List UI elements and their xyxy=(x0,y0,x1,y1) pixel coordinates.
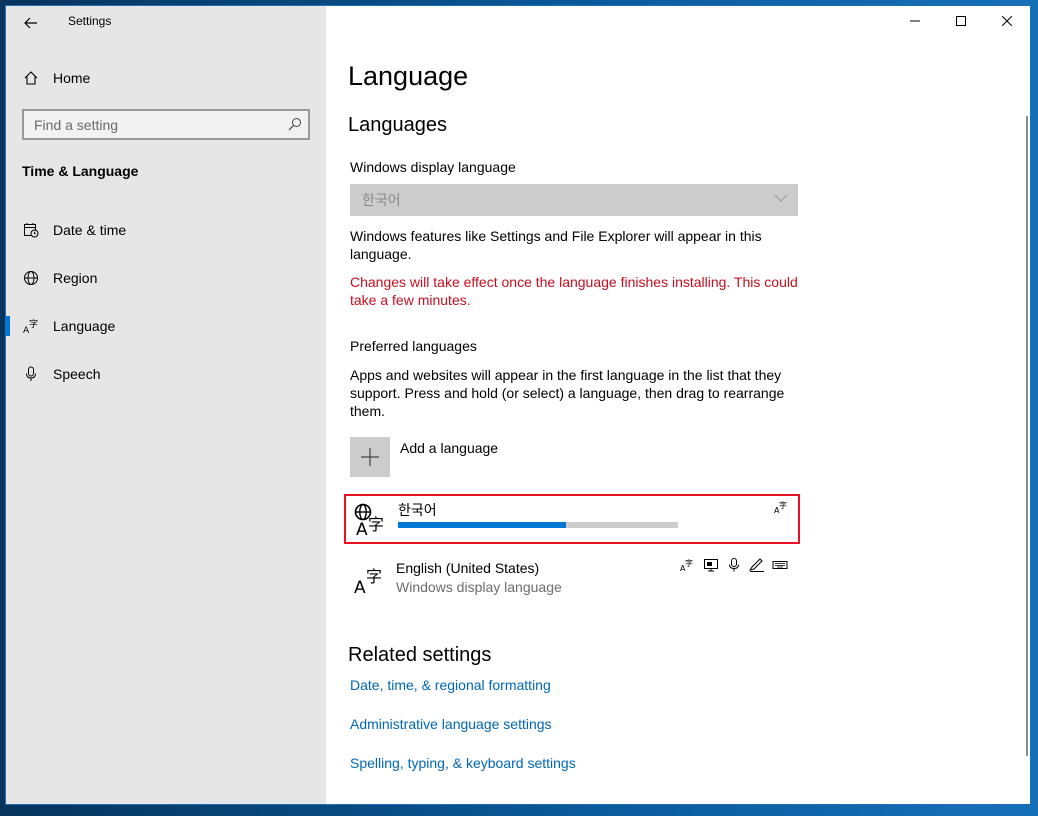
language-pack-icon: A 字 xyxy=(774,500,787,514)
languages-heading: Languages xyxy=(348,114,447,136)
back-button[interactable] xyxy=(20,12,42,34)
display-language-description: Windows features like Settings and File … xyxy=(350,228,762,262)
main-content: Language Languages Windows display langu… xyxy=(326,6,1030,804)
app-title: Settings xyxy=(68,14,112,28)
sidebar-item-speech[interactable]: Speech xyxy=(6,356,326,392)
display-language-label: Windows display language xyxy=(350,159,516,175)
add-language-label[interactable]: Add a language xyxy=(400,440,498,456)
language-icon: A 字 xyxy=(22,317,40,335)
close-button[interactable] xyxy=(984,6,1030,36)
svg-text:A: A xyxy=(354,578,366,594)
language-name: 한국어 xyxy=(398,502,437,518)
minimize-icon xyxy=(910,20,920,22)
install-warning: Changes will take effect once the langua… xyxy=(350,274,798,308)
svg-text:字: 字 xyxy=(779,500,787,510)
microphone-icon xyxy=(22,365,40,383)
svg-text:字: 字 xyxy=(366,567,382,586)
speech-icon xyxy=(729,558,739,572)
home-label: Home xyxy=(53,70,91,86)
window-controls xyxy=(892,6,1030,36)
language-item-korean[interactable]: A 字 한국어 A 字 xyxy=(344,494,800,544)
svg-text:字: 字 xyxy=(29,318,38,330)
language-icon: A 字 xyxy=(354,567,382,594)
sidebar-item-language[interactable]: A 字 Language xyxy=(6,308,326,344)
language-features: A 字 xyxy=(680,558,788,572)
search-icon[interactable] xyxy=(288,117,302,131)
sidebar: Settings Home Time & Language xyxy=(6,6,326,804)
settings-window: Settings Home Time & Language xyxy=(6,6,1030,804)
display-language-value: 한국어 xyxy=(362,192,401,208)
back-arrow-icon xyxy=(24,17,37,29)
sidebar-item-label: Region xyxy=(53,270,98,286)
svg-text:A: A xyxy=(356,520,368,536)
language-item-english[interactable]: A 字 English (United States) Windows disp… xyxy=(344,554,800,604)
preferred-languages-label: Preferred languages xyxy=(350,338,477,354)
close-icon xyxy=(1002,16,1012,26)
sidebar-item-region[interactable]: Region xyxy=(6,260,326,296)
preferred-languages-description: Apps and websites will appear in the fir… xyxy=(350,367,785,419)
page-title: Language xyxy=(348,61,469,91)
language-pack-icon: A 字 xyxy=(680,558,693,572)
search-input[interactable] xyxy=(24,111,284,138)
keyboard-icon xyxy=(772,561,788,569)
sidebar-item-home[interactable]: Home xyxy=(6,62,326,94)
section-heading: Time & Language xyxy=(22,163,139,179)
calendar-clock-icon xyxy=(22,221,40,239)
link-administrative-language[interactable]: Administrative language settings xyxy=(350,716,552,732)
language-subtitle: Windows display language xyxy=(396,579,562,595)
scrollbar[interactable] xyxy=(1026,116,1028,756)
language-installing-icon: A 字 xyxy=(354,503,384,536)
language-name: English (United States) xyxy=(396,560,540,576)
link-regional-formatting[interactable]: Date, time, & regional formatting xyxy=(350,677,551,693)
install-progress-fill xyxy=(398,522,566,528)
sidebar-item-label: Language xyxy=(53,318,116,334)
plus-icon xyxy=(361,448,379,466)
home-icon xyxy=(22,69,40,87)
maximize-button[interactable] xyxy=(938,6,984,36)
display-icon xyxy=(704,559,718,572)
add-language-button[interactable] xyxy=(350,437,390,477)
display-language-dropdown[interactable]: 한국어 xyxy=(350,184,798,216)
svg-text:字: 字 xyxy=(685,558,693,568)
handwriting-icon xyxy=(749,558,764,572)
minimize-button[interactable] xyxy=(892,6,938,36)
link-spelling-typing-keyboard[interactable]: Spelling, typing, & keyboard settings xyxy=(350,755,576,771)
language-features: A 字 xyxy=(774,500,790,514)
svg-text:字: 字 xyxy=(368,515,384,534)
install-progress-bar xyxy=(398,522,678,528)
sidebar-item-date-time[interactable]: Date & time xyxy=(6,212,326,248)
related-settings-heading: Related settings xyxy=(348,644,492,666)
search-box xyxy=(22,109,310,140)
sidebar-item-label: Speech xyxy=(53,366,101,382)
sidebar-item-label: Date & time xyxy=(53,222,127,238)
globe-icon xyxy=(22,269,40,287)
chevron-down-icon xyxy=(774,194,788,202)
maximize-icon xyxy=(956,16,966,26)
